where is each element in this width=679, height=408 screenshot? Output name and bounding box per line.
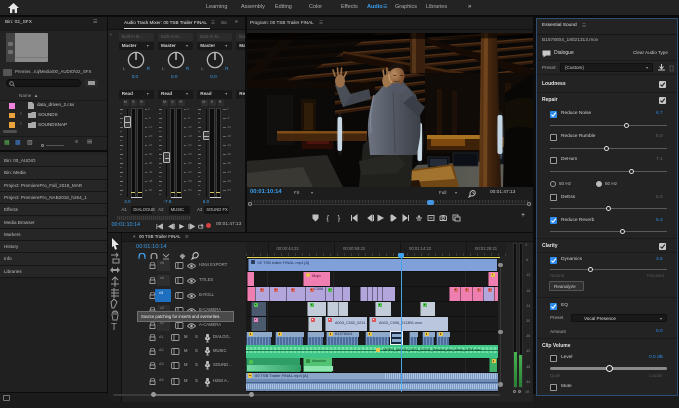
svg-text:T: T	[111, 322, 117, 333]
svg-text:}: }	[338, 214, 341, 222]
svg-text:{: {	[327, 214, 330, 222]
